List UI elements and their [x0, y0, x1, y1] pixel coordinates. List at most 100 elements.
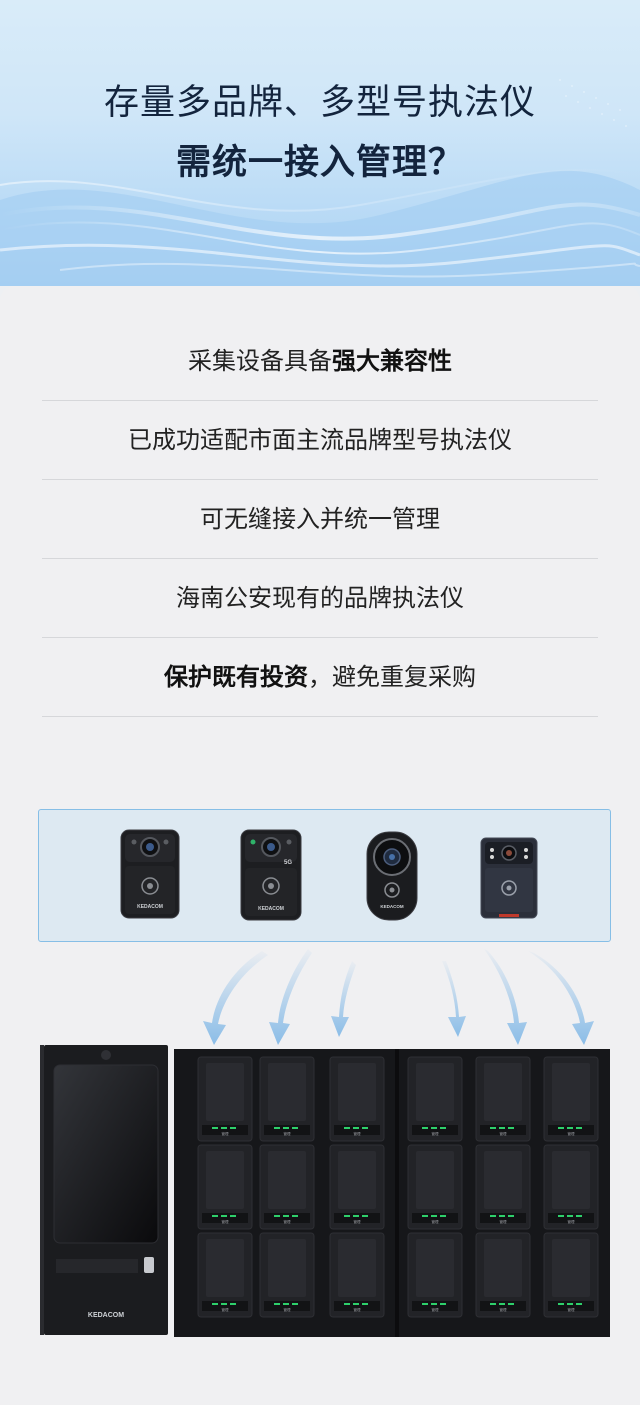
feature-row-investment: 保护既有投资，避免重复采购: [42, 638, 598, 717]
device-brand-label: KEDACOM: [137, 904, 163, 910]
slot-led: [212, 1127, 218, 1129]
slot-led: [274, 1127, 280, 1129]
feature-highlight: 强大兼容性: [332, 347, 452, 375]
slot-led: [567, 1303, 573, 1305]
slot-label: 管理: [500, 1307, 508, 1312]
page-title-line2: 需统一接入管理？: [175, 143, 464, 183]
arrow-1: [203, 951, 268, 1045]
feature-text: 已成功适配市面主流品牌型号执法仪: [128, 426, 512, 454]
feature-row-unified: 可无缝接入并统一管理: [42, 480, 598, 559]
slot-led: [283, 1303, 289, 1305]
arrow-2: [269, 949, 312, 1045]
slot-led: [440, 1303, 446, 1305]
cabinet-slot: 管理: [259, 1144, 315, 1230]
slot-label: 管理: [354, 1307, 362, 1312]
slot-led: [353, 1303, 359, 1305]
cabinet-slot: 管理: [197, 1144, 253, 1230]
slot-led: [221, 1215, 227, 1217]
devices-panel: KEDACOM 5G KEDACOM KEDACOM: [38, 809, 611, 942]
body-camera-4-image: [480, 837, 538, 919]
slot-led: [431, 1215, 437, 1217]
arrow-4: [442, 961, 466, 1037]
slot-led: [490, 1127, 496, 1129]
device-5g-badge: 5G: [284, 860, 292, 866]
cabinet-slot: 管理: [407, 1056, 463, 1142]
cabinet-slot: 管理: [475, 1056, 531, 1142]
slot-led: [230, 1303, 236, 1305]
slot-led: [558, 1303, 564, 1305]
arrow-3: [331, 961, 356, 1037]
feature-highlight: 保护既有投资: [164, 663, 308, 691]
slot-led: [362, 1127, 368, 1129]
cabinet-slot: 管理: [329, 1232, 385, 1318]
slot-led: [353, 1127, 359, 1129]
slot-led: [490, 1303, 496, 1305]
slot-led: [508, 1303, 514, 1305]
cabinet-slot: 管理: [407, 1232, 463, 1318]
slot-led: [422, 1127, 428, 1129]
feature-text: 可无缝接入并统一管理: [200, 505, 440, 533]
device-brand-label: KEDACOM: [258, 906, 284, 912]
slot-led: [422, 1303, 428, 1305]
cabinet-slot: 管理: [543, 1056, 599, 1142]
slot-label: 管理: [284, 1131, 292, 1136]
slot-label: 管理: [432, 1307, 440, 1312]
slot-led: [499, 1303, 505, 1305]
feature-text: ，避免重复采购: [308, 663, 476, 691]
feature-text: 海南公安现有的品牌执法仪: [176, 584, 464, 612]
cabinet-slot: 管理: [259, 1232, 315, 1318]
slot-led: [440, 1127, 446, 1129]
cabinet-brand-label: KEDACOM: [88, 1312, 124, 1319]
slot-led: [292, 1215, 298, 1217]
feature-list: 采集设备具备强大兼容性 已成功适配市面主流品牌型号执法仪 可无缝接入并统一管理 …: [42, 322, 598, 717]
cabinet-slot: 管理: [259, 1056, 315, 1142]
cabinet-slot: 管理: [407, 1144, 463, 1230]
body-camera-1-image: KEDACOM: [120, 829, 180, 919]
cabinet-slot: 管理: [329, 1144, 385, 1230]
slot-led: [353, 1215, 359, 1217]
slot-led: [221, 1127, 227, 1129]
slot-led: [490, 1215, 496, 1217]
slot-led: [344, 1215, 350, 1217]
slot-led: [499, 1127, 505, 1129]
slot-led: [362, 1303, 368, 1305]
cabinet-slot: 管理: [329, 1056, 385, 1142]
device-brand-label: KEDACOM: [380, 904, 404, 909]
slot-led: [431, 1127, 437, 1129]
cabinet-slot: 管理: [475, 1232, 531, 1318]
arrow-6: [528, 951, 594, 1045]
slot-led: [283, 1215, 289, 1217]
slot-label: 管理: [568, 1307, 576, 1312]
slot-led: [558, 1127, 564, 1129]
slot-label: 管理: [500, 1131, 508, 1136]
collection-cabinet-image: KEDACOM 管理管理管理管理管理管理管理管理管理管理管理管理管理管理管理管理…: [40, 1045, 610, 1337]
slot-label: 管理: [500, 1219, 508, 1224]
slot-label: 管理: [354, 1131, 362, 1136]
slot-led: [274, 1215, 280, 1217]
slot-led: [221, 1303, 227, 1305]
slot-led: [230, 1127, 236, 1129]
slot-led: [567, 1127, 573, 1129]
slot-led: [499, 1215, 505, 1217]
slot-led: [576, 1215, 582, 1217]
slot-led: [212, 1303, 218, 1305]
slot-label: 管理: [432, 1219, 440, 1224]
slot-led: [274, 1303, 280, 1305]
cabinet-slot: 管理: [475, 1144, 531, 1230]
slot-led: [283, 1127, 289, 1129]
body-camera-2-image: 5G KEDACOM: [240, 829, 302, 921]
page-title-line1: 存量多品牌、多型号执法仪: [103, 83, 536, 123]
slot-led: [212, 1215, 218, 1217]
cabinet-slot: 管理: [197, 1232, 253, 1318]
slot-label: 管理: [568, 1219, 576, 1224]
cabinet-slot: 管理: [543, 1144, 599, 1230]
slot-label: 管理: [432, 1131, 440, 1136]
feature-row-compatibility: 采集设备具备强大兼容性: [42, 322, 598, 401]
feature-text: 采集设备具备: [188, 347, 332, 375]
slot-led: [431, 1303, 437, 1305]
slot-label: 管理: [284, 1307, 292, 1312]
cabinet-slot: 管理: [197, 1056, 253, 1142]
slot-led: [422, 1215, 428, 1217]
slot-led: [508, 1215, 514, 1217]
body-camera-3-image: KEDACOM: [366, 831, 418, 921]
